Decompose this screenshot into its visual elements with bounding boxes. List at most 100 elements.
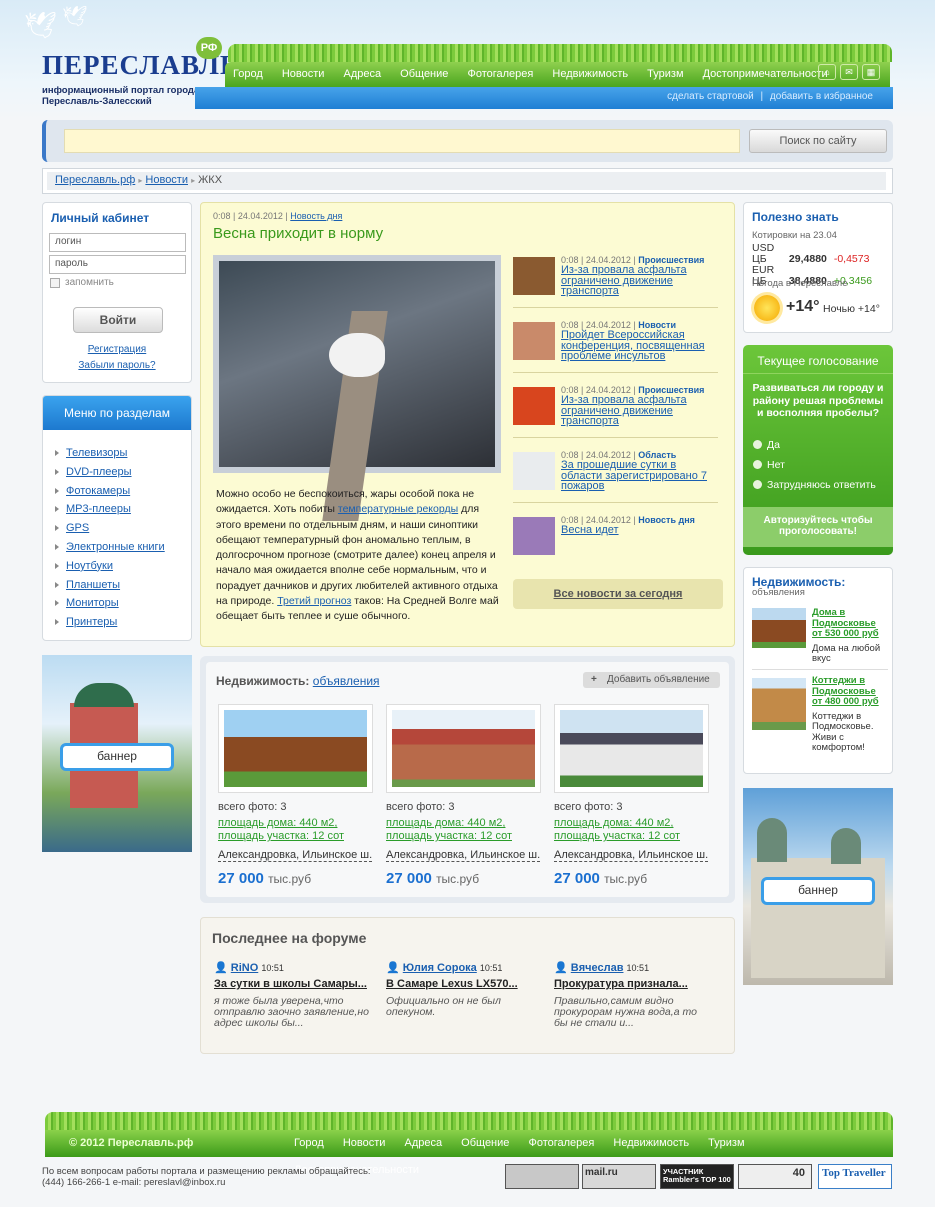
home-icon[interactable]: ⌂ (818, 64, 836, 80)
all-news-button[interactable]: Все новости за сегодня (513, 579, 723, 609)
nav-nedvizhimost[interactable]: Недвижимость (544, 62, 636, 87)
forum-title: Последнее на форуме (212, 930, 367, 946)
news-item[interactable]: 0:08 | 24.04.2012 | Происшествия Из-за пр… (513, 255, 718, 308)
realty-side-item[interactable]: Коттеджи в Подмосковье от 480 000 руб Ко… (752, 675, 888, 754)
poll-auth-link[interactable]: Авторизуйтесь чтобы проголосовать! (753, 515, 883, 537)
realty-side-item[interactable]: Дома в Подмосковье от 530 000 руб Дома н… (752, 607, 888, 665)
menu-item[interactable]: Электронные книги (53, 538, 191, 557)
forum-post: 👤 Юлия Сорока 10:51 В Самаре Lexus LX570… (386, 961, 541, 1018)
login-input[interactable]: логин (49, 233, 186, 252)
add-favorite-link[interactable]: добавить в избранное (770, 91, 873, 102)
menu-item[interactable]: GPS (53, 519, 191, 538)
counter-toptraveller[interactable]: Top Traveller (818, 1164, 892, 1189)
breadcrumb-news[interactable]: Новости (145, 174, 188, 186)
menu-title: Меню по разделам (43, 396, 191, 430)
poll-option[interactable]: Да (753, 439, 780, 451)
news-title[interactable]: Пройдет Всероссийская конференция, посвя… (561, 330, 718, 362)
forum-user[interactable]: Юлия Сорока (403, 962, 477, 974)
news-title[interactable]: За прошедшие сутки в области зарегистрир… (561, 460, 718, 492)
useful-title: Полезно знать (752, 210, 839, 224)
counter-mailru[interactable]: mail.ru (582, 1164, 656, 1189)
plus-icon: + (591, 674, 597, 685)
menu-item[interactable]: DVD-плееры (53, 463, 191, 482)
remember-checkbox[interactable] (50, 278, 60, 288)
news-title[interactable]: Весна идет (561, 525, 718, 536)
breadcrumb-home[interactable]: Переславль.рф (55, 174, 135, 186)
add-ad-button[interactable]: + Добавить объявление (583, 672, 720, 688)
logo-badge: РФ (196, 37, 222, 59)
search-button[interactable]: Поиск по сайту (749, 129, 887, 153)
poll-option[interactable]: Нет (753, 459, 785, 471)
news-title[interactable]: Из-за провала асфальта ограничено движен… (561, 265, 718, 297)
footer-nav-item[interactable]: Город (286, 1130, 332, 1157)
realty-ads-link[interactable]: объявления (313, 674, 380, 688)
realty-card[interactable]: всего фото: 3 площадь дома: 440 м2, площ… (386, 704, 541, 887)
news-item[interactable]: 0:08 | 24.04.2012 | Область За прошедшие … (513, 450, 718, 503)
house-thumb (752, 678, 806, 730)
mail-icon[interactable]: ✉ (840, 64, 858, 80)
password-input[interactable]: пароль (49, 255, 186, 274)
breadcrumb: Переславль.рф ▸ Новости ▸ ЖКХ (42, 168, 893, 194)
footer-nav-item[interactable]: Новости (335, 1130, 394, 1157)
forum-topic[interactable]: В Самаре Lexus LX570... (386, 978, 541, 990)
menu-item[interactable]: Мониторы (53, 594, 191, 613)
temperature: +14° (786, 298, 820, 315)
menu-item[interactable]: MP3-плееры (53, 500, 191, 519)
menu-item[interactable]: Фотокамеры (53, 482, 191, 501)
news-item[interactable]: 0:08 | 24.04.2012 | Происшествия Из-за пр… (513, 385, 718, 438)
menu-item[interactable]: Телевизоры (53, 444, 191, 463)
counter-rambler[interactable]: УЧАСТНИК Rambler's TOP 100 (660, 1164, 734, 1189)
footer-nav-item[interactable]: Фотогалерея (520, 1130, 602, 1157)
user-icon: 👤 (214, 962, 228, 974)
login-button[interactable]: Войти (73, 307, 163, 333)
realty-card[interactable]: всего фото: 3 площадь дома: 440 м2, площ… (554, 704, 709, 887)
menu-item[interactable]: Планшеты (53, 576, 191, 595)
news-item[interactable]: 0:08 | 24.04.2012 | Новости Пройдет Всеро… (513, 320, 718, 373)
news-item[interactable]: 0:08 | 24.04.2012 | Новость дня Весна иде… (513, 515, 718, 555)
remember-label: запомнить (65, 277, 114, 288)
nav-fotogalereya[interactable]: Фотогалерея (459, 62, 541, 87)
forecast-link[interactable]: Третий прогноз (277, 595, 351, 607)
banner-right[interactable]: баннер (743, 788, 893, 985)
footer-nav-item[interactable]: Адреса (396, 1130, 450, 1157)
forum-user[interactable]: Вячеслав (571, 962, 624, 974)
forum-block: Последнее на форуме 👤 RiNO 10:51 За сутк… (200, 917, 735, 1054)
forum-topic[interactable]: За сутки в школы Самары... (214, 978, 369, 990)
menu-item[interactable]: Принтеры (53, 613, 191, 632)
forum-topic[interactable]: Прокуратура признала... (554, 978, 709, 990)
main-news-image[interactable] (213, 255, 501, 521)
news-category[interactable]: Новость дня (290, 211, 342, 221)
records-link[interactable]: температурные рекорды (338, 503, 458, 515)
nav-gorod[interactable]: Город (225, 62, 271, 87)
forum-user[interactable]: RiNO (231, 962, 259, 974)
counter-yandex[interactable]: 40 (738, 1164, 812, 1189)
news-thumb (513, 387, 555, 425)
top-links-bar: сделать стартовой | добавить в избранное (195, 87, 893, 109)
sitemap-icon[interactable]: ▦ (862, 64, 880, 80)
footer-contacts: По всем вопросам работы портала и размещ… (42, 1166, 371, 1188)
nav-obschenie[interactable]: Общение (392, 62, 456, 87)
register-link[interactable]: Регистрация (43, 344, 191, 355)
nav-turizm[interactable]: Туризм (639, 62, 691, 87)
banner-left[interactable]: баннер (42, 655, 192, 852)
counter-liveinternet[interactable] (505, 1164, 579, 1189)
footer-copyright: © 2012 Переславль.рф (69, 1137, 194, 1149)
poll-option[interactable]: Затрудняюсь ответить (753, 479, 876, 491)
menu-item[interactable]: Ноутбуки (53, 557, 191, 576)
forgot-password-link[interactable]: Забыли пароль? (43, 360, 191, 371)
user-icon: 👤 (386, 962, 400, 974)
realty-card[interactable]: всего фото: 3 площадь дома: 440 м2, площ… (218, 704, 373, 887)
nav-dostoprimechatelnosti[interactable]: Достопримечательности (695, 62, 836, 87)
link-separator: | (760, 91, 764, 102)
nav-novosti[interactable]: Новости (274, 62, 333, 87)
make-start-link[interactable]: сделать стартовой (667, 91, 754, 102)
footer-nav-item[interactable]: Туризм (700, 1130, 752, 1157)
news-title[interactable]: Из-за провала асфальта ограничено движен… (561, 395, 718, 427)
quotes-date: Котировки на 23.04 (752, 230, 837, 241)
nav-adresa[interactable]: Адреса (335, 62, 389, 87)
search-input[interactable] (64, 129, 740, 153)
breadcrumb-separator: ▸ (191, 176, 196, 185)
footer-nav-item[interactable]: Общение (453, 1130, 517, 1157)
main-news-title[interactable]: Весна приходит в норму (213, 225, 383, 242)
footer-nav-item[interactable]: Недвижимость (605, 1130, 697, 1157)
